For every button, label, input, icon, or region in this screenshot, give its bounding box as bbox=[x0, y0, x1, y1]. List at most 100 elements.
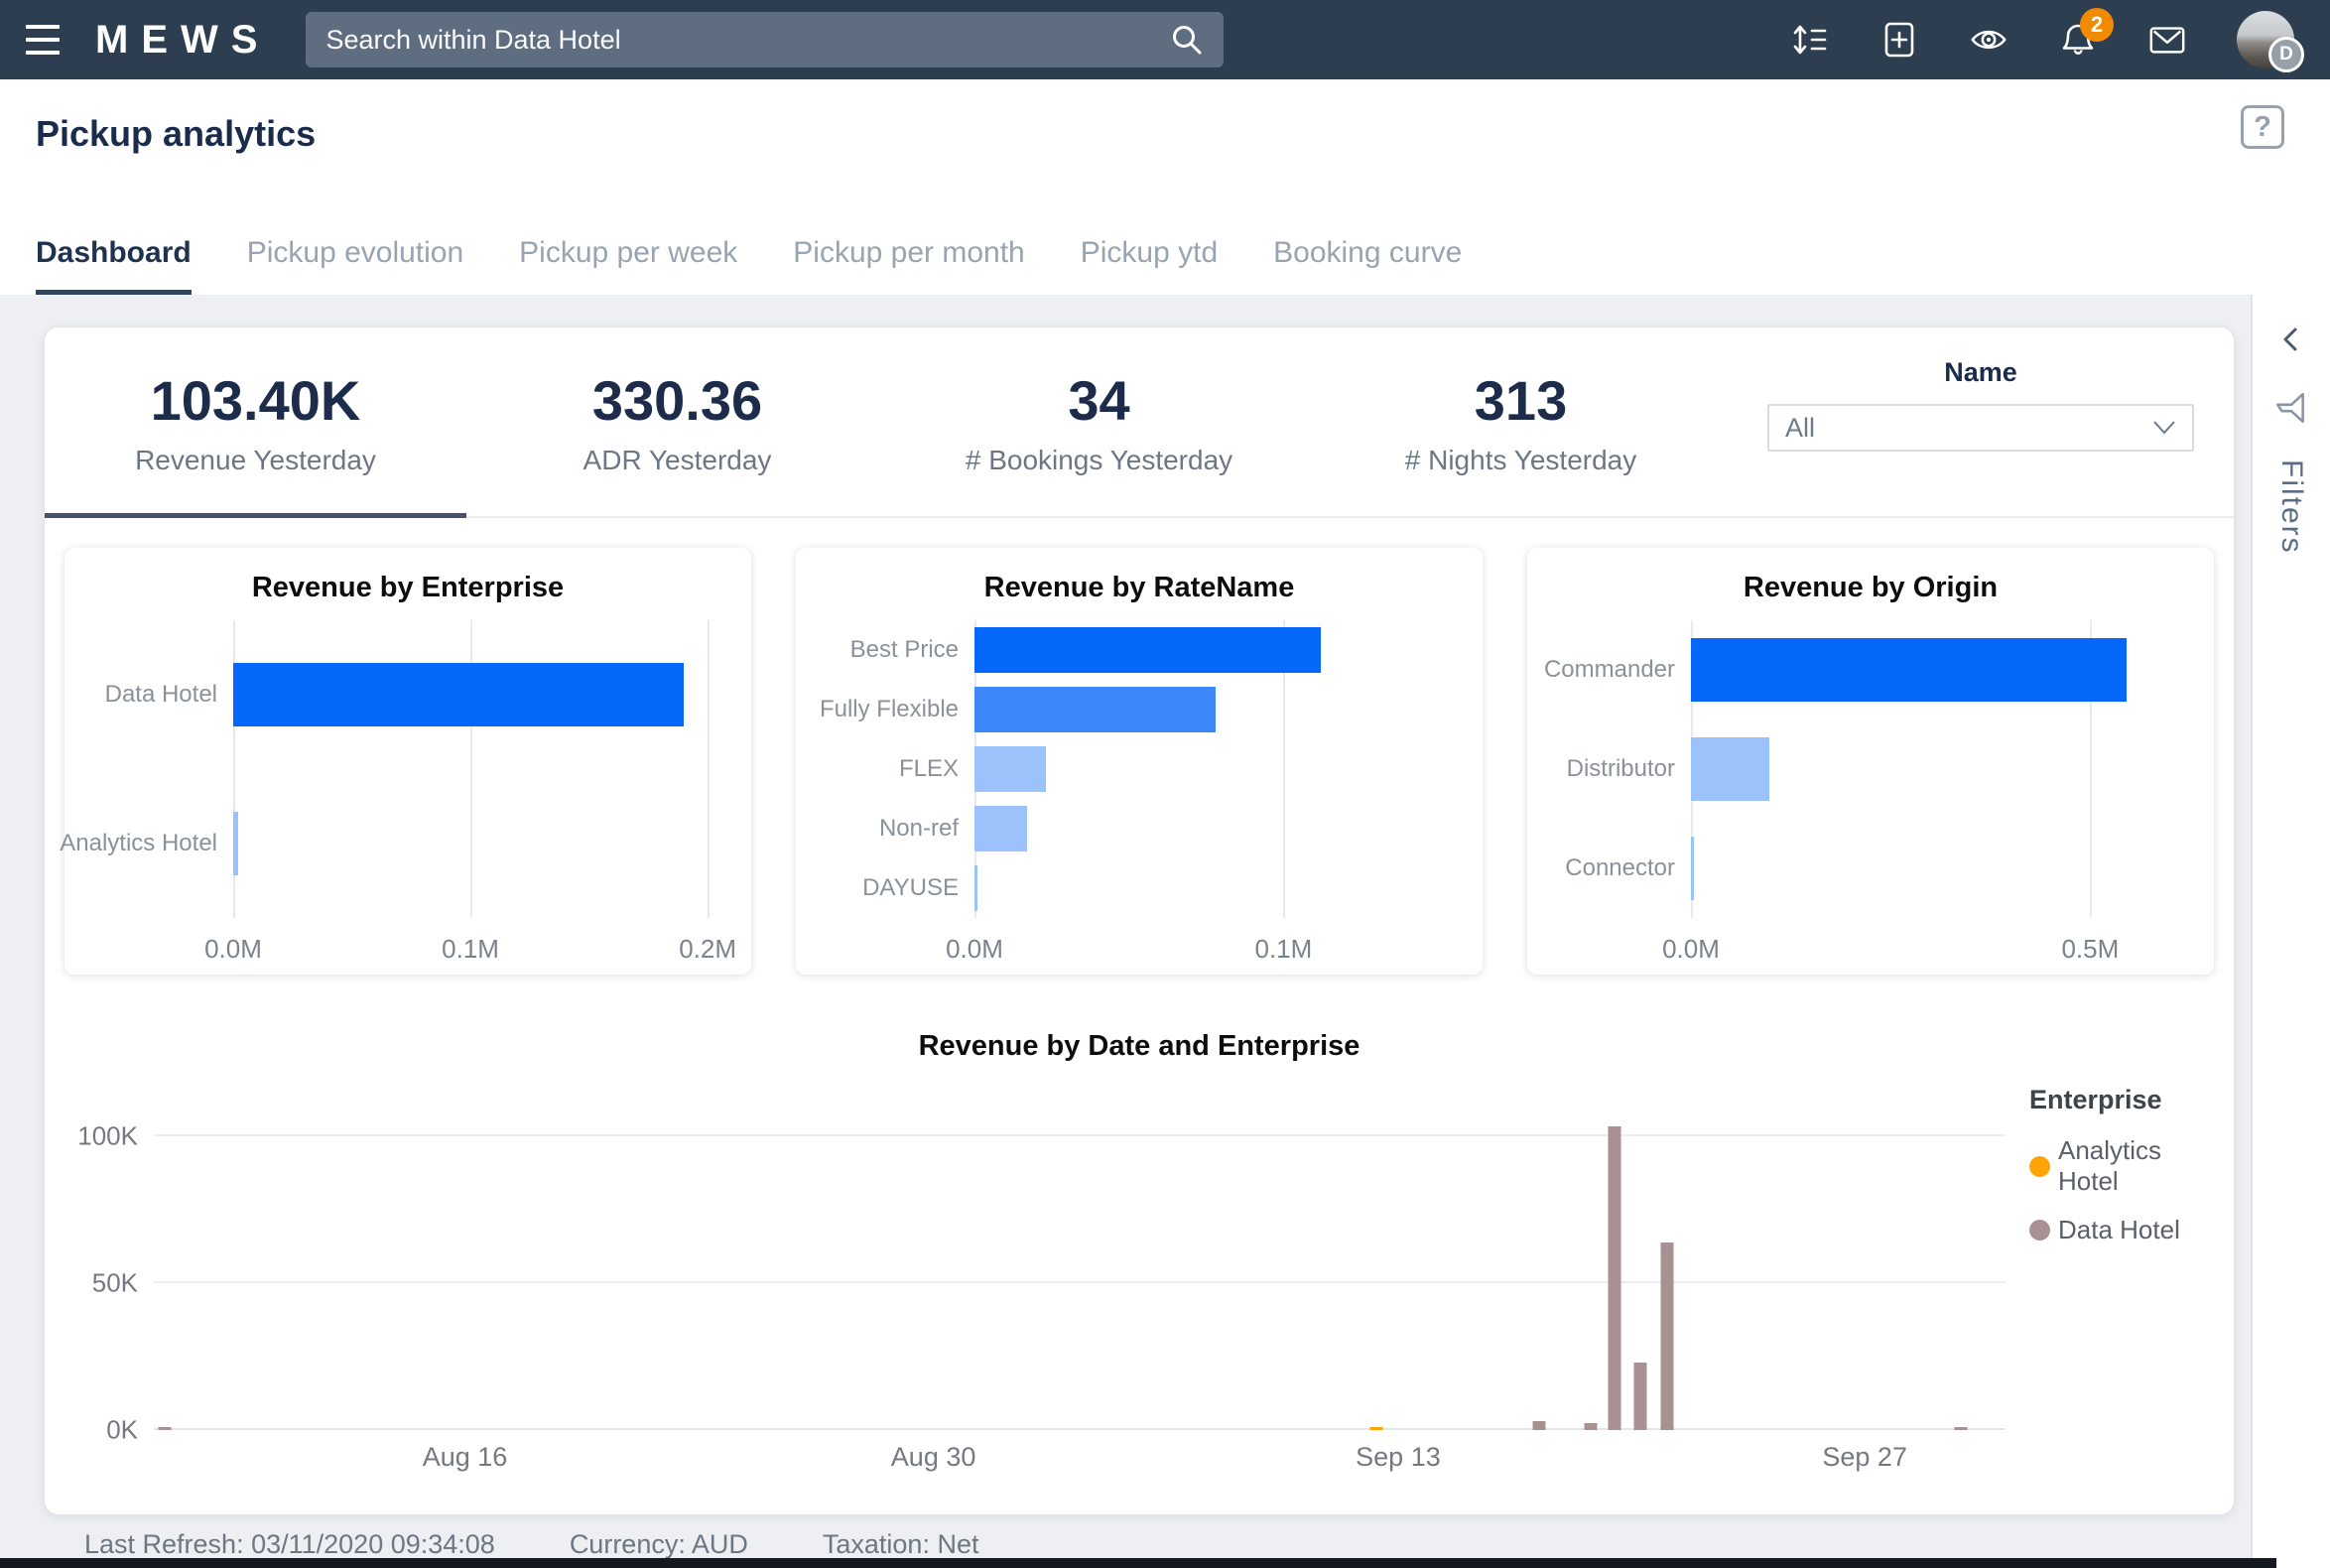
bar-best-price[interactable] bbox=[974, 627, 1321, 673]
x-tick-label: Aug 16 bbox=[423, 1442, 508, 1473]
kpi-bookings-yesterday[interactable]: 34# Bookings Yesterday bbox=[888, 327, 1310, 516]
bar-data-hotel[interactable] bbox=[1609, 1126, 1621, 1430]
horizontal-scrollbar[interactable] bbox=[0, 1558, 2276, 1568]
menu-icon[interactable] bbox=[26, 23, 65, 57]
y-tick-label: 50K bbox=[92, 1268, 138, 1299]
chart-card-revenue-by-enterprise: Revenue by Enterprise Data HotelAnalytics… bbox=[65, 548, 751, 975]
kpi-adr-yesterday[interactable]: 330.36ADR Yesterday bbox=[466, 327, 888, 516]
chart-title: Revenue by Origin bbox=[1547, 572, 2194, 604]
tab-pickup-ytd[interactable]: Pickup ytd bbox=[1081, 236, 1218, 295]
chart-card-revenue-by-ratename: Revenue by RateName Best PriceFully Flexi… bbox=[796, 548, 1483, 975]
y-tick-label: 0K bbox=[106, 1415, 138, 1446]
name-filter-label: Name bbox=[1944, 357, 2017, 388]
x-tick-label: 0.0M bbox=[1662, 934, 1720, 965]
bar-distributor[interactable] bbox=[1691, 737, 1769, 801]
filters-rail[interactable]: Filters bbox=[2251, 295, 2330, 1568]
big-chart-title: Revenue by Date and Enterprise bbox=[45, 1030, 2234, 1063]
category-label-distributor: Distributor bbox=[1547, 719, 1691, 819]
name-filter-select[interactable]: All bbox=[1767, 404, 2194, 452]
watch-eye-icon[interactable] bbox=[1969, 20, 2008, 60]
bar-data-hotel[interactable] bbox=[1532, 1421, 1545, 1430]
global-search[interactable] bbox=[306, 12, 1224, 67]
content-area: Filters 103.40K Revenue Yesterday 330.36AD… bbox=[0, 295, 2330, 1568]
bar-connector[interactable] bbox=[1691, 837, 1694, 900]
kpi-label: # Bookings Yesterday bbox=[966, 445, 1232, 476]
bar-commander[interactable] bbox=[1691, 638, 2127, 702]
category-label-dayuse: DAYUSE bbox=[816, 858, 974, 918]
bar-analytics-hotel[interactable] bbox=[233, 812, 238, 875]
bar-data-hotel[interactable] bbox=[159, 1427, 172, 1430]
add-icon[interactable] bbox=[1879, 20, 1919, 60]
sort-list-icon[interactable] bbox=[1790, 20, 1830, 60]
kpi-value: 330.36 bbox=[592, 368, 762, 433]
notification-badge: 2 bbox=[2080, 8, 2114, 42]
collapse-chevron-icon[interactable] bbox=[2274, 323, 2308, 356]
bar-data-hotel[interactable] bbox=[1955, 1427, 1968, 1430]
plot-area: Aug 16Aug 30Sep 13Sep 27 bbox=[154, 1077, 2006, 1430]
x-tick-label: 0.5M bbox=[2061, 934, 2119, 965]
plot-area bbox=[974, 620, 1463, 918]
kpi-row: 103.40K Revenue Yesterday 330.36ADR Yester… bbox=[45, 327, 2234, 518]
bar-data-hotel[interactable] bbox=[1634, 1363, 1647, 1430]
charts-row: Revenue by Enterprise Data HotelAnalytics… bbox=[45, 518, 2234, 975]
revenue-by-date-chart: Revenue by Date and Enterprise 0K50K100K… bbox=[45, 1030, 2234, 1430]
category-label-analytics-hotel: Analytics Hotel bbox=[84, 769, 233, 918]
tab-bar: Dashboard Pickup evolution Pickup per week… bbox=[0, 177, 2330, 295]
bar-data-hotel[interactable] bbox=[1585, 1423, 1598, 1430]
name-filter: Name All bbox=[1767, 327, 2234, 516]
bar-non-ref[interactable] bbox=[974, 806, 1027, 851]
funnel-icon[interactable] bbox=[2273, 390, 2309, 426]
page-title: Pickup analytics bbox=[36, 113, 2294, 155]
avatar-status-badge: D bbox=[2268, 37, 2304, 72]
legend-label: Analytics Hotel bbox=[2058, 1135, 2218, 1197]
legend-label: Data Hotel bbox=[2058, 1215, 2180, 1245]
chart-legend: Enterprise Analytics Hotel Data Hotel bbox=[2006, 1077, 2218, 1430]
x-tick-label: Sep 13 bbox=[1356, 1442, 1441, 1473]
kpi-value: 313 bbox=[1475, 368, 1567, 433]
category-label-fully-flexible: Fully Flexible bbox=[816, 680, 974, 739]
legend-dot bbox=[2029, 1156, 2050, 1177]
category-label-non-ref: Non-ref bbox=[816, 799, 974, 858]
bar-data-hotel[interactable] bbox=[233, 663, 684, 726]
kpi-revenue-yesterday[interactable]: 103.40K Revenue Yesterday bbox=[45, 327, 466, 516]
bar-dayuse[interactable] bbox=[974, 865, 977, 911]
gridline bbox=[154, 1134, 2006, 1136]
chart-title: Revenue by Enterprise bbox=[84, 572, 731, 604]
kpi-label: Revenue Yesterday bbox=[135, 445, 376, 476]
category-label-flex: FLEX bbox=[816, 739, 974, 799]
kpi-list: 103.40K Revenue Yesterday 330.36ADR Yester… bbox=[45, 327, 1732, 516]
x-tick-label: Aug 30 bbox=[891, 1442, 976, 1473]
x-tick-label: Sep 27 bbox=[1822, 1442, 1907, 1473]
tab-pickup-per-month[interactable]: Pickup per month bbox=[793, 236, 1024, 295]
tab-pickup-evolution[interactable]: Pickup evolution bbox=[247, 236, 463, 295]
tab-pickup-per-week[interactable]: Pickup per week bbox=[519, 236, 737, 295]
page-header: Pickup analytics ? bbox=[0, 79, 2330, 177]
kpi-nights-yesterday[interactable]: 313# Nights Yesterday bbox=[1310, 327, 1732, 516]
x-axis: 0.0M0.5M bbox=[1691, 928, 2194, 968]
legend-title: Enterprise bbox=[2029, 1085, 2218, 1115]
notifications-bell-icon[interactable]: 2 bbox=[2058, 20, 2098, 60]
help-icon[interactable]: ? bbox=[2241, 105, 2284, 149]
search-input[interactable] bbox=[324, 24, 1168, 57]
search-icon[interactable] bbox=[1168, 21, 1206, 59]
x-tick-label: 0.0M bbox=[946, 934, 1003, 965]
name-filter-value: All bbox=[1785, 413, 1815, 444]
mail-icon[interactable] bbox=[2147, 20, 2187, 60]
bar-analytics-hotel[interactable] bbox=[1369, 1427, 1382, 1430]
bar-flex[interactable] bbox=[974, 746, 1046, 792]
legend-item-data-hotel[interactable]: Data Hotel bbox=[2029, 1215, 2218, 1245]
x-tick-label: 0.1M bbox=[1254, 934, 1312, 965]
category-label-data-hotel: Data Hotel bbox=[84, 620, 233, 769]
kpi-value: 103.40K bbox=[151, 368, 361, 433]
gridline bbox=[154, 1428, 2006, 1430]
chart-title: Revenue by RateName bbox=[816, 572, 1463, 604]
legend-item-analytics-hotel[interactable]: Analytics Hotel bbox=[2029, 1135, 2218, 1197]
avatar[interactable]: D bbox=[2237, 11, 2294, 68]
x-tick-label: 0.1M bbox=[442, 934, 499, 965]
tab-booking-curve[interactable]: Booking curve bbox=[1273, 236, 1462, 295]
x-tick-label: 0.2M bbox=[679, 934, 736, 965]
bar-data-hotel[interactable] bbox=[1660, 1242, 1673, 1430]
bar-fully-flexible[interactable] bbox=[974, 687, 1216, 732]
category-label-best-price: Best Price bbox=[816, 620, 974, 680]
tab-dashboard[interactable]: Dashboard bbox=[36, 236, 192, 295]
